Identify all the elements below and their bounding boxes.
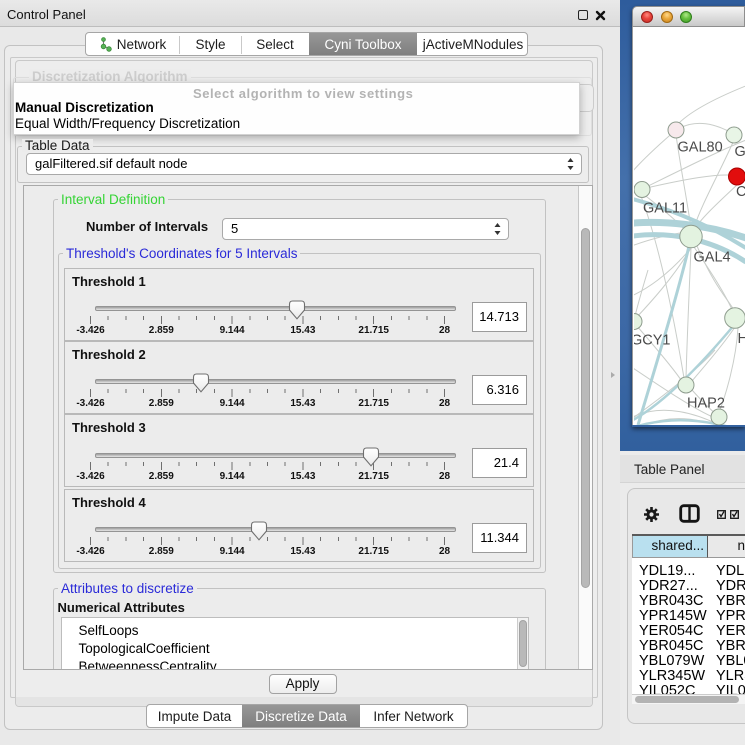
svg-text:GAL80: GAL80 [678,140,723,156]
svg-text:C: C [736,184,745,200]
svg-text:GAL4: GAL4 [694,250,731,266]
svg-text:GCY1: GCY1 [634,333,671,349]
svg-text:GAL7: GAL7 [735,144,745,160]
svg-text:H: H [738,331,745,347]
svg-text:GAL11: GAL11 [643,201,687,217]
svg-text:HAP2: HAP2 [687,396,725,412]
